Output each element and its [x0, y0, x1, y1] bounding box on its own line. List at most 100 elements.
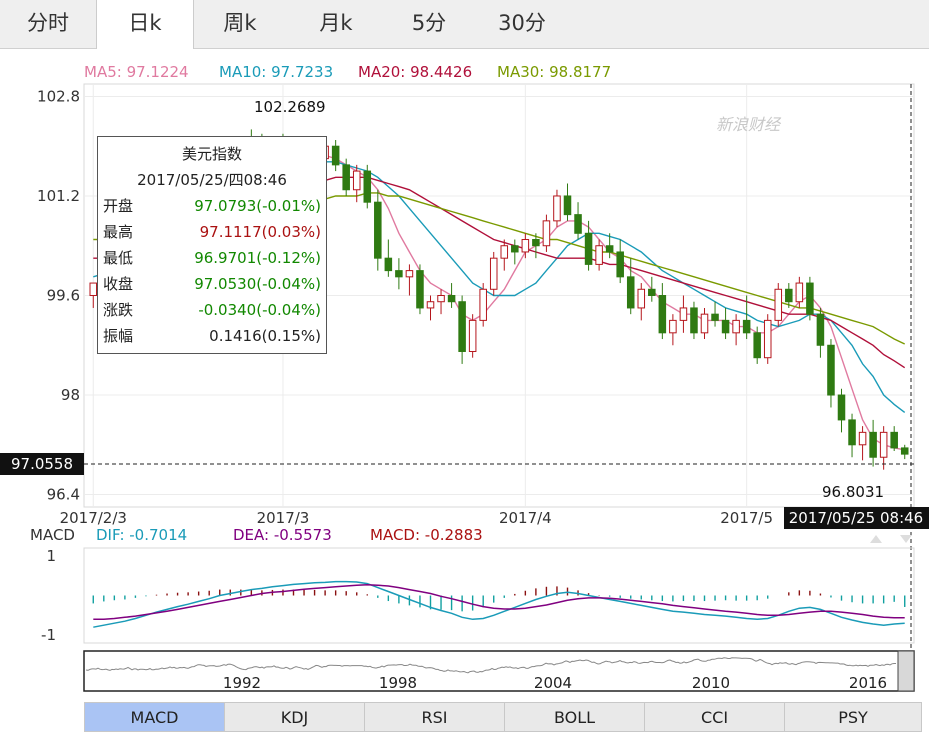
- tooltip-row-label: 最低: [103, 249, 134, 267]
- time-tag: 2017/05/25 08:46: [789, 509, 923, 527]
- macd-title: MACD: [30, 526, 75, 544]
- candle-body: [753, 332, 761, 359]
- macd-y-axis: 1 -1: [41, 547, 56, 644]
- tab-label: 月k: [319, 11, 353, 35]
- x-tick-label: 2017/5: [720, 509, 773, 527]
- scroll-down-icon[interactable]: [900, 535, 912, 543]
- candle-body: [700, 313, 709, 334]
- candle-body: [806, 282, 814, 315]
- indicator-boll-button[interactable]: BOLL: [504, 702, 645, 732]
- navigator-handle[interactable]: [897, 650, 915, 692]
- tooltip-row-value: 96.9701(-0.12%): [194, 249, 321, 267]
- candle-body: [584, 232, 593, 265]
- indicator-cci-button[interactable]: CCI: [644, 702, 785, 732]
- tab-daily-k[interactable]: 日k: [96, 0, 194, 49]
- candle-body: [511, 245, 519, 253]
- candle-body: [837, 394, 846, 421]
- tooltip-row: 最高 97.1117(0.03%): [98, 219, 326, 245]
- candle-body: [732, 319, 740, 334]
- candle-body: [827, 344, 835, 396]
- tooltip-row-label: 收盘: [103, 275, 134, 293]
- indicator-macd-button[interactable]: MACD: [84, 702, 225, 732]
- ma30-legend: MA30: 98.8177: [497, 63, 611, 81]
- indicator-psy-button[interactable]: PSY: [784, 702, 922, 732]
- candle-body: [574, 214, 582, 234]
- candle-body: [616, 251, 624, 278]
- y-tick-label: 102.8: [37, 87, 80, 105]
- candle-body: [489, 257, 498, 290]
- price-x-axis: 2017/2/3 2017/3 2017/4 2017/5: [60, 509, 773, 527]
- tooltip-row: 最低 96.9701(-0.12%): [98, 245, 326, 271]
- macd-value-legend: MACD: -0.2883: [370, 526, 483, 544]
- candle-body: [890, 431, 898, 449]
- button-label: MACD: [130, 708, 179, 727]
- tab-weekly-k[interactable]: 周k: [192, 0, 288, 48]
- tooltip-row-value: 97.1117(0.03%): [199, 223, 321, 241]
- dif-line: [93, 580, 905, 628]
- tab-monthly-k[interactable]: 月k: [288, 0, 384, 48]
- candle-body: [690, 307, 698, 334]
- candle-body: [605, 245, 614, 253]
- tab-label: 日k: [128, 11, 162, 35]
- tooltip-row-label: 开盘: [103, 197, 134, 215]
- candle-body: [416, 270, 424, 309]
- tab-label: 30分: [498, 11, 546, 35]
- indicator-rsi-button[interactable]: RSI: [364, 702, 505, 732]
- tab-label: 周k: [223, 11, 257, 35]
- button-label: BOLL: [553, 708, 596, 727]
- candle-body: [437, 295, 445, 303]
- indicator-bar: MACD KDJ RSI BOLL CCI PSY: [84, 702, 922, 732]
- tooltip-row-value: 97.0530(-0.04%): [194, 275, 321, 293]
- overview-navigator[interactable]: [83, 650, 915, 692]
- tooltip-row-value: 0.1416(0.15%): [209, 327, 321, 345]
- scroll-up-icon[interactable]: [870, 535, 882, 543]
- tooltip-datetime: 2017/05/25/四08:46: [137, 171, 287, 189]
- tab-30min[interactable]: 30分: [474, 0, 570, 48]
- candle-body: [384, 257, 393, 272]
- dea-legend: DEA: -0.5573: [233, 526, 332, 544]
- candle-body: [795, 282, 804, 303]
- tab-5min[interactable]: 5分: [384, 0, 474, 48]
- tooltip-row-value: -0.0340(-0.04%): [198, 301, 321, 319]
- tooltip-row-label: 最高: [103, 223, 134, 241]
- candle-body: [900, 447, 909, 455]
- indicator-kdj-button[interactable]: KDJ: [224, 702, 365, 732]
- candle-body: [774, 288, 783, 321]
- candle-body: [669, 319, 677, 334]
- x-tick-label: 2017/3: [257, 509, 310, 527]
- candle-body: [374, 201, 382, 259]
- candle-body: [468, 319, 477, 352]
- ma20-legend: MA20: 98.4426: [358, 63, 472, 81]
- tab-label: 分时: [27, 11, 69, 35]
- high-label: 102.2689: [254, 98, 326, 116]
- tooltip-row: 振幅 0.1416(0.15%): [98, 323, 326, 349]
- candle-body: [479, 288, 487, 321]
- candle-body: [363, 170, 372, 203]
- candle-body: [721, 319, 730, 334]
- button-label: KDJ: [280, 708, 309, 727]
- macd-y-tick-label: -1: [41, 626, 56, 644]
- dif-legend: DIF: -0.7014: [96, 526, 187, 544]
- candle-body: [879, 431, 888, 458]
- x-tick-label: 2017/2/3: [60, 509, 127, 527]
- tooltip-row-label: 振幅: [103, 327, 134, 345]
- overview-tick-label: 2016: [849, 674, 887, 692]
- tooltip-row: 开盘 97.0793(-0.01%): [98, 193, 326, 219]
- ohlc-tooltip: 美元指数 2017/05/25/四08:46 开盘 97.0793(-0.01%)…: [97, 136, 327, 354]
- price-y-axis: 102.8 101.2 99.6 98 96.4: [37, 87, 80, 503]
- low-label: 96.8031: [822, 483, 884, 501]
- candle-body: [458, 301, 466, 352]
- macd-series: [92, 580, 906, 628]
- candle-body: [331, 145, 340, 166]
- y-tick-label: 101.2: [37, 187, 80, 205]
- candle-body: [816, 313, 825, 346]
- macd-y-tick-label: 1: [46, 547, 56, 565]
- candle-body: [542, 220, 551, 247]
- overview-tick-label: 1992: [223, 674, 261, 692]
- candle-body: [763, 319, 772, 359]
- overview-tick-label: 1998: [379, 674, 417, 692]
- candle-body: [637, 288, 646, 309]
- button-label: RSI: [421, 708, 448, 727]
- candle-body: [395, 270, 403, 278]
- tab-intraday[interactable]: 分时: [0, 0, 96, 48]
